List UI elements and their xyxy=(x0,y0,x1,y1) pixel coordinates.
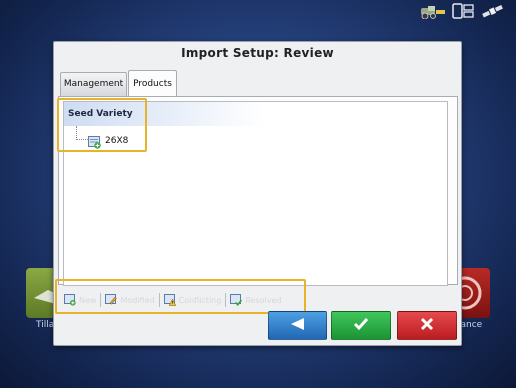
back-button[interactable] xyxy=(268,311,327,340)
modified-icon xyxy=(105,294,118,306)
legend-new-label: New xyxy=(79,295,97,305)
tab-management[interactable]: Management xyxy=(60,72,127,96)
tree-item[interactable]: 26X8 xyxy=(88,134,129,149)
legend-modified: Modified xyxy=(101,292,158,308)
status-icons xyxy=(420,3,506,20)
tree-item-label: 26X8 xyxy=(105,135,129,146)
legend-conflicting: Conflicting xyxy=(160,292,226,308)
accept-button[interactable] xyxy=(331,311,391,340)
tillage-tile-label: Tilla xyxy=(36,320,55,330)
legend-conflicting-label: Conflicting xyxy=(178,295,222,305)
gps-satellite-icon[interactable] xyxy=(480,3,506,19)
legend-resolved: Resolved xyxy=(226,292,285,308)
tree-group-header[interactable]: Seed Variety xyxy=(64,102,264,126)
legend-resolved-label: Resolved xyxy=(245,295,282,305)
status-bar xyxy=(0,0,516,24)
checkmark-icon xyxy=(353,316,369,335)
cancel-button[interactable] xyxy=(397,311,457,340)
dialog-title: Import Setup: Review xyxy=(181,46,334,60)
conflicting-icon xyxy=(163,294,176,306)
back-arrow-icon xyxy=(290,316,306,335)
tab-products[interactable]: Products xyxy=(128,70,177,97)
legend-new: New xyxy=(60,292,100,308)
x-icon xyxy=(420,316,434,335)
products-panel: Seed Variety 26X8 xyxy=(58,96,458,286)
resolved-icon xyxy=(230,294,243,307)
product-tree[interactable]: Seed Variety 26X8 xyxy=(63,101,448,286)
new-product-icon xyxy=(88,134,101,149)
tractor-icon[interactable] xyxy=(420,4,446,20)
legend-modified-label: Modified xyxy=(120,295,155,305)
status-legend: New Modified Conflicting Resolved xyxy=(60,291,285,309)
display-icon[interactable] xyxy=(452,3,474,19)
new-icon xyxy=(64,294,76,306)
